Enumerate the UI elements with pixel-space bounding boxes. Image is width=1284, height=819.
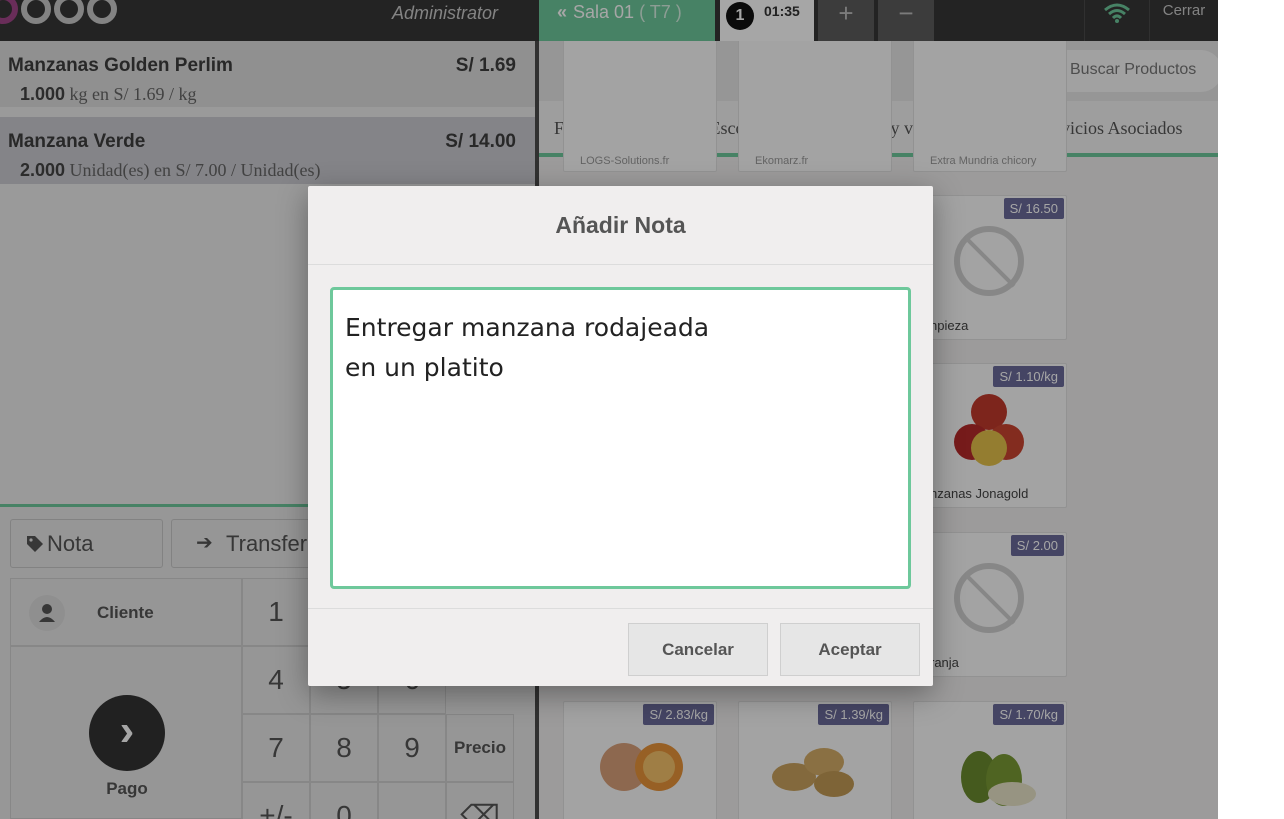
add-note-dialog: Añadir Nota Entregar manzana rodajeada e… — [308, 186, 933, 686]
page-margin — [1218, 0, 1284, 819]
pos-app: Administrator «Sala 01 ( T7 ) 1 01:35 + … — [0, 0, 1218, 819]
accept-button[interactable]: Aceptar — [780, 623, 920, 676]
cancel-button[interactable]: Cancelar — [628, 623, 768, 676]
note-textarea[interactable]: Entregar manzana rodajeada en un platito — [330, 287, 911, 589]
dialog-title: Añadir Nota — [308, 186, 933, 265]
dialog-footer: Cancelar Aceptar — [308, 608, 933, 686]
